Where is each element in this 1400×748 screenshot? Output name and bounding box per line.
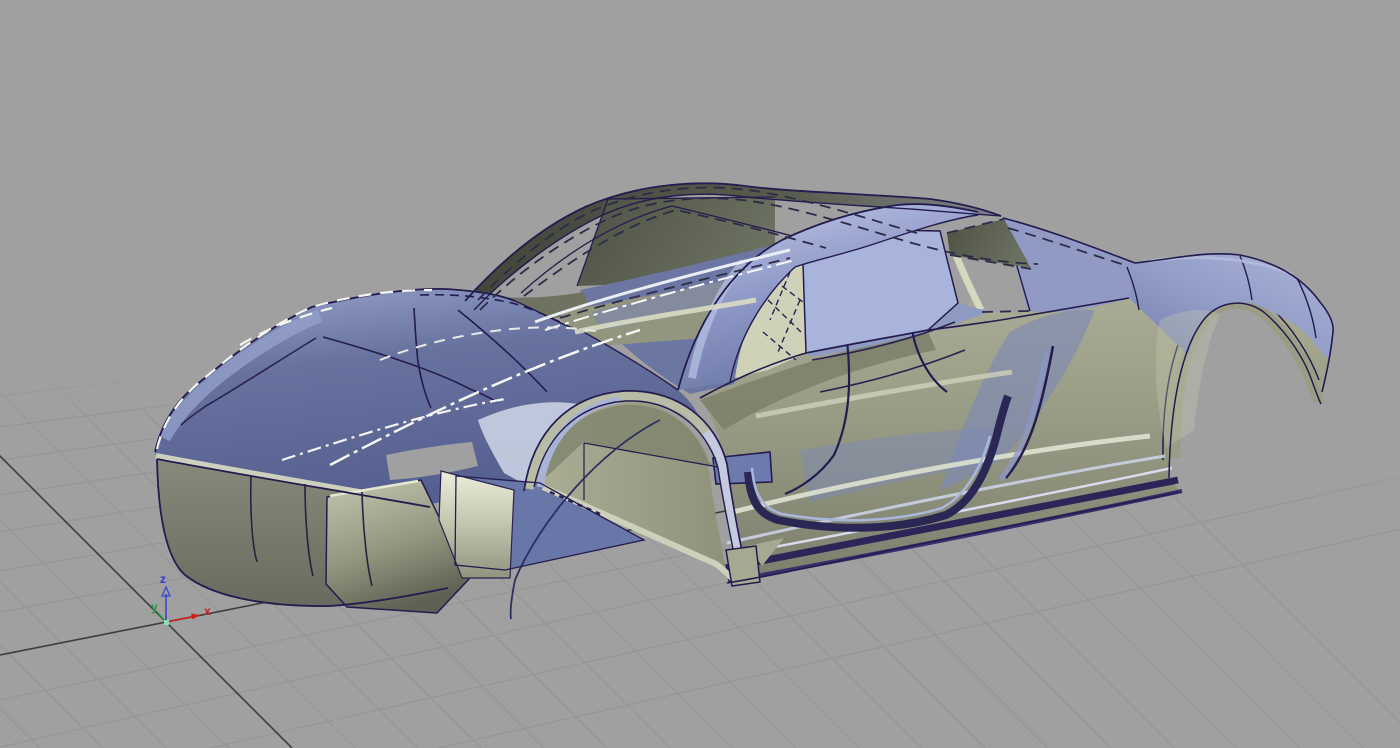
svg-text:z: z: [160, 572, 166, 586]
svg-text:x: x: [204, 604, 211, 618]
svg-text:y: y: [151, 600, 158, 614]
